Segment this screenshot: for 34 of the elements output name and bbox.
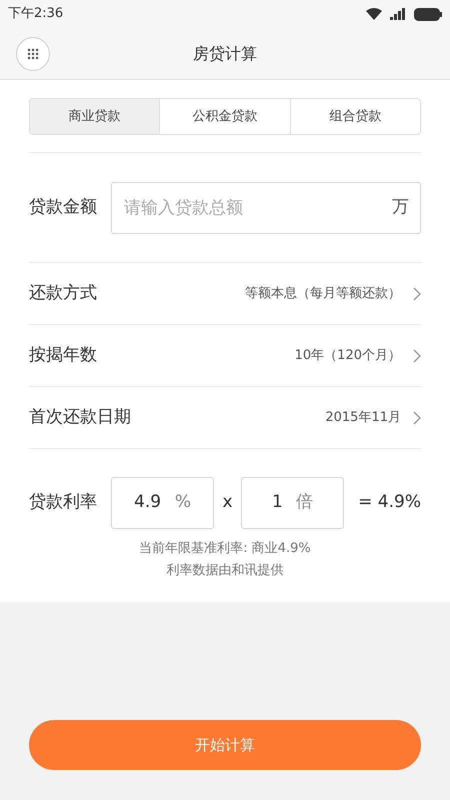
- unit-label: 万: [392, 196, 409, 219]
- rate-note: 利率数据由和讯提供: [166, 562, 284, 580]
- chevron-icon: [413, 348, 421, 362]
- unit-label: 倍: [296, 491, 313, 514]
- option-row[interactable]: 按揭年数 10年（120个月）: [29, 325, 421, 387]
- field-label: 贷款金额: [29, 196, 98, 219]
- grid-icon: [27, 48, 39, 60]
- row-label: 按揭年数: [29, 344, 97, 367]
- page-title: 房贷计算: [193, 42, 257, 64]
- row-value: 10年（120个月）: [294, 346, 401, 365]
- signal-icon: [390, 8, 406, 20]
- loan-type-tab[interactable]: 商业贷款: [30, 99, 160, 134]
- multiply-sign: x: [221, 491, 234, 514]
- row-label: 首次还款日期: [29, 406, 131, 429]
- row-value: 2015年11月: [325, 408, 401, 427]
- rate-input[interactable]: 4.9 %: [111, 477, 214, 529]
- option-row[interactable]: 还款方式 等额本息（每月等额还款）: [29, 263, 421, 325]
- row-label: 还款方式: [29, 282, 97, 305]
- row-value: 等额本息（每月等额还款）: [245, 284, 401, 303]
- unit-label: %: [174, 491, 191, 514]
- field-label: 贷款利率: [29, 491, 98, 514]
- wifi-icon: [366, 8, 382, 20]
- rate-result: = 4.9%: [358, 491, 421, 514]
- status-time: 下午2:36: [8, 5, 64, 24]
- chevron-icon: [413, 286, 421, 300]
- multiplier-input[interactable]: 1 倍: [241, 477, 344, 529]
- chevron-icon: [413, 410, 421, 424]
- option-row[interactable]: 首次还款日期 2015年11月: [29, 387, 421, 449]
- battery-icon: [414, 8, 442, 20]
- menu-button[interactable]: [16, 36, 50, 70]
- multiplier-value: 1: [272, 491, 283, 514]
- rate-note: 当前年限基准利率: 商业4.9%: [139, 540, 311, 558]
- loan-type-tab[interactable]: 组合贷款: [290, 99, 420, 134]
- rate-value: 4.9: [134, 491, 162, 514]
